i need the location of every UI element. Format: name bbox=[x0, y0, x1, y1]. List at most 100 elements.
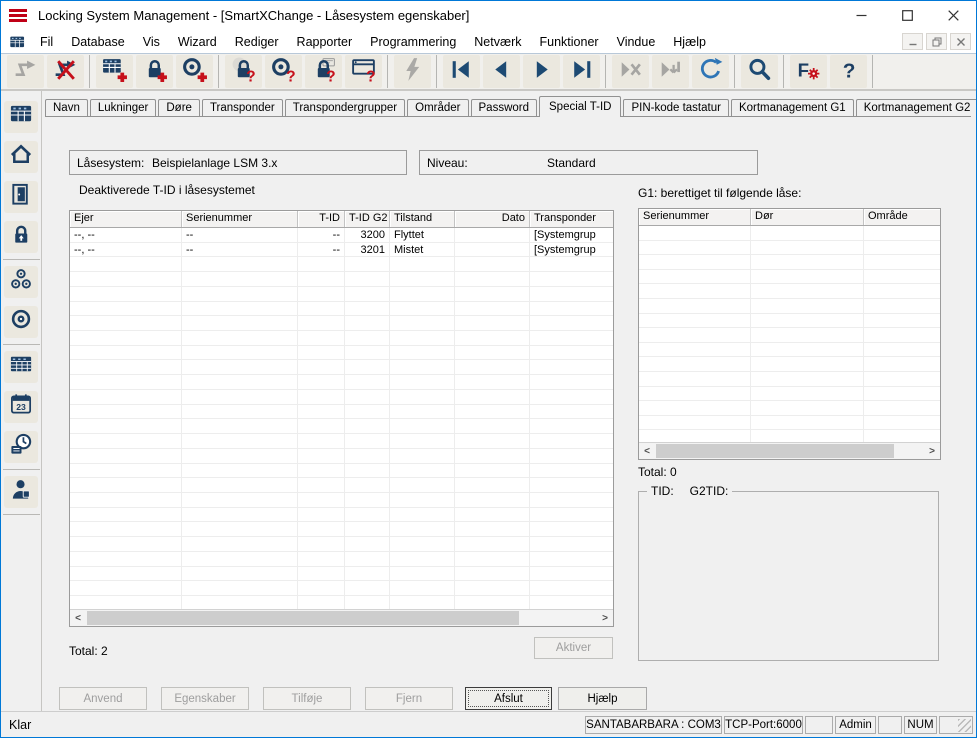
tab-kortmanagement-g1[interactable]: Kortmanagement G1 bbox=[730, 99, 854, 116]
tab-omrader[interactable]: Områder bbox=[407, 99, 469, 116]
tab-transponder[interactable]: Transponder bbox=[201, 99, 283, 116]
table-empty-row bbox=[639, 328, 940, 343]
authorized-locks-table[interactable]: Serienummer Dør Område < > bbox=[638, 208, 941, 460]
filter-button[interactable]: F bbox=[789, 55, 827, 88]
tab-transpondergrupper[interactable]: Transpondergrupper bbox=[284, 99, 406, 116]
table-row[interactable]: --, -- -- -- 3200 Flyttet [Systemgrup bbox=[70, 228, 613, 243]
connect-button[interactable] bbox=[6, 55, 44, 88]
tilfoje-button[interactable]: Tilføje bbox=[263, 687, 351, 710]
transponder-sidebar-button[interactable] bbox=[4, 306, 38, 338]
tab-password[interactable]: Password bbox=[470, 99, 538, 116]
disconnect-button[interactable] bbox=[46, 55, 84, 88]
menu-hjaelp[interactable]: Hjælp bbox=[664, 33, 715, 51]
column-header-transponder[interactable]: Transponder bbox=[530, 211, 613, 227]
new-locking-system-button[interactable] bbox=[95, 55, 133, 88]
read-network-button[interactable]: ? bbox=[344, 55, 382, 88]
column-header-t-id-g2[interactable]: T-ID G2 bbox=[345, 211, 390, 227]
menu-database[interactable]: Database bbox=[62, 33, 134, 51]
new-transponder-button[interactable] bbox=[175, 55, 213, 88]
search-button[interactable] bbox=[740, 55, 778, 88]
scroll-left-icon[interactable]: < bbox=[639, 443, 655, 459]
tab-dore[interactable]: Døre bbox=[158, 99, 200, 116]
anvend-button[interactable]: Anvend bbox=[59, 687, 147, 710]
mdi-minimize-icon[interactable] bbox=[902, 33, 923, 50]
menu-fil[interactable]: Fil bbox=[31, 33, 62, 51]
column-header-tilstand[interactable]: Tilstand bbox=[390, 211, 455, 227]
column-header-omrade[interactable]: Område bbox=[864, 209, 940, 225]
lock-sidebar-button[interactable] bbox=[4, 221, 38, 253]
scroll-left-icon[interactable]: < bbox=[70, 610, 86, 626]
minimize-icon[interactable] bbox=[838, 1, 884, 30]
table-cell: Mistet bbox=[390, 242, 455, 257]
previous-record-button[interactable] bbox=[482, 55, 520, 88]
deactivated-tid-table[interactable]: Ejer Serienummer T-ID T-ID G2 Tilstand Dato Tr… bbox=[69, 210, 614, 627]
table-cell bbox=[345, 463, 390, 478]
activate-button[interactable]: Aktiver bbox=[534, 637, 613, 659]
scroll-right-icon[interactable]: > bbox=[597, 610, 613, 626]
table-empty-row bbox=[70, 419, 613, 435]
column-header-serienummer[interactable]: Serienummer bbox=[182, 211, 298, 227]
door-sidebar-button[interactable] bbox=[4, 181, 38, 213]
matrix-sidebar-button[interactable] bbox=[4, 101, 38, 133]
home-icon bbox=[9, 142, 34, 172]
table-cell bbox=[639, 371, 751, 386]
close-icon[interactable] bbox=[930, 1, 976, 30]
schedule-sidebar-button[interactable] bbox=[4, 351, 38, 383]
afslut-button[interactable]: Afslut bbox=[465, 687, 552, 710]
column-header-ejer[interactable]: Ejer bbox=[70, 211, 182, 227]
table-cell bbox=[70, 331, 182, 345]
scroll-right-icon[interactable]: > bbox=[924, 443, 940, 459]
scrollbar-thumb[interactable] bbox=[656, 444, 894, 458]
transponder-group-sidebar-button[interactable] bbox=[4, 266, 38, 298]
fjern-button[interactable]: Fjern bbox=[365, 687, 453, 710]
hjaelp-button[interactable]: Hjælp bbox=[558, 687, 647, 710]
time-plan-sidebar-button[interactable] bbox=[4, 431, 38, 463]
person-sidebar-button[interactable] bbox=[4, 476, 38, 508]
table-cell bbox=[864, 328, 940, 342]
first-record-button[interactable] bbox=[442, 55, 480, 88]
tab-pin-kode-tastatur[interactable]: PIN-kode tastatur bbox=[623, 99, 729, 116]
table-cell bbox=[70, 537, 182, 551]
column-header-t-id[interactable]: T-ID bbox=[298, 211, 345, 227]
horizontal-scrollbar[interactable]: < > bbox=[639, 442, 940, 459]
mdi-close-icon[interactable] bbox=[950, 33, 971, 50]
menu-vindue[interactable]: Vindue bbox=[608, 33, 665, 51]
horizontal-scrollbar[interactable]: < > bbox=[70, 609, 613, 626]
help-button[interactable]: ? bbox=[829, 55, 867, 88]
menu-funktioner[interactable]: Funktioner bbox=[531, 33, 608, 51]
menu-programmering[interactable]: Programmering bbox=[361, 33, 465, 51]
new-lock-button[interactable] bbox=[135, 55, 173, 88]
column-header-dato[interactable]: Dato bbox=[455, 211, 530, 227]
scrollbar-thumb[interactable] bbox=[87, 611, 519, 625]
column-header-serienummer[interactable]: Serienummer bbox=[639, 209, 751, 225]
menu-rapporter[interactable]: Rapporter bbox=[288, 33, 362, 51]
tab-navn[interactable]: Navn bbox=[45, 99, 88, 116]
read-lock-button[interactable]: ? bbox=[224, 55, 262, 88]
program-button[interactable] bbox=[393, 55, 431, 88]
tab-lukninger[interactable]: Lukninger bbox=[89, 99, 157, 116]
home-sidebar-button[interactable] bbox=[4, 141, 38, 173]
status-pane-num: NUM bbox=[904, 716, 937, 734]
mdi-restore-icon[interactable] bbox=[926, 33, 947, 50]
read-lock-card-button[interactable]: ? bbox=[304, 55, 342, 88]
column-header-dor[interactable]: Dør bbox=[751, 209, 864, 225]
tab-kortmanagement-g2[interactable]: Kortmanagement G2 bbox=[855, 99, 976, 116]
egenskaber-button[interactable]: Egenskaber bbox=[161, 687, 249, 710]
commit-record-button[interactable] bbox=[651, 55, 689, 88]
maximize-icon[interactable] bbox=[884, 1, 930, 30]
read-transponder-button[interactable]: ? bbox=[264, 55, 302, 88]
table-cell bbox=[390, 272, 455, 286]
calendar-sidebar-button[interactable]: 23 bbox=[4, 391, 38, 423]
tab-special-t-id[interactable]: Special T-ID bbox=[539, 96, 622, 117]
next-record-button[interactable] bbox=[522, 55, 560, 88]
menu-vis[interactable]: Vis bbox=[134, 33, 169, 51]
discard-record-button[interactable] bbox=[611, 55, 649, 88]
last-record-button[interactable] bbox=[562, 55, 600, 88]
resize-grip[interactable] bbox=[958, 719, 971, 732]
table-row[interactable]: --, -- -- -- 3201 Mistet [Systemgrup bbox=[70, 242, 613, 258]
schedule-icon bbox=[9, 352, 34, 382]
menu-rediger[interactable]: Rediger bbox=[226, 33, 288, 51]
menu-wizard[interactable]: Wizard bbox=[169, 33, 226, 51]
refresh-button[interactable] bbox=[691, 55, 729, 88]
menu-netvaerk[interactable]: Netværk bbox=[465, 33, 530, 51]
